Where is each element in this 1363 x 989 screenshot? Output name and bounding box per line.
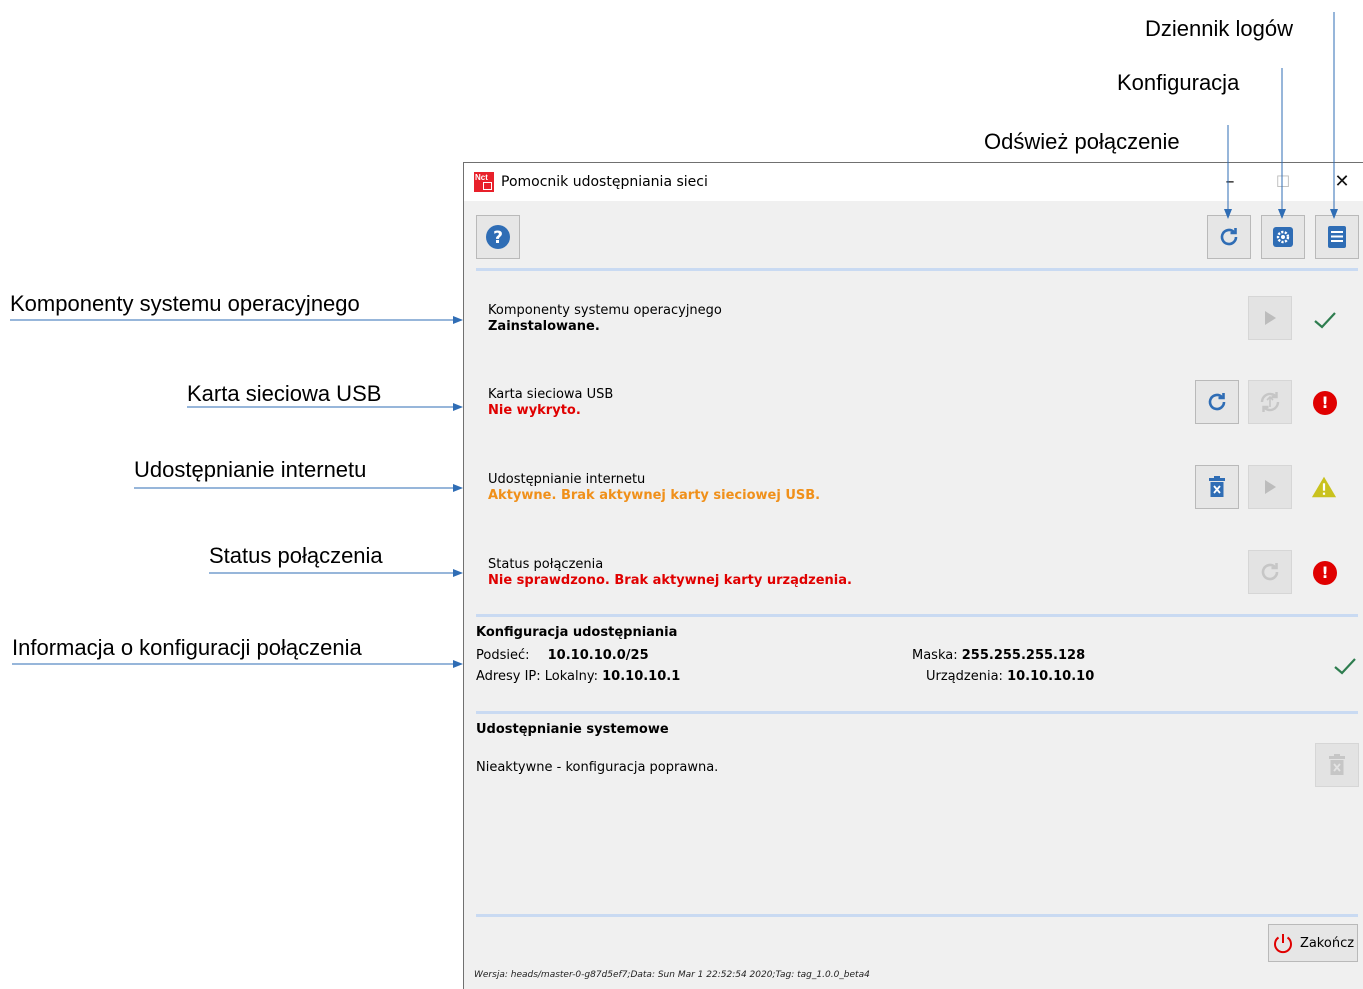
app-logo-icon: Nct [474,172,494,192]
usb-card-status: Nie wykryto. [488,403,581,418]
separator-bottom [476,914,1358,917]
help-icon: ? [486,225,510,249]
connection-status-status: Nie sprawdzono. Brak aktywnej karty urzą… [488,573,852,588]
internet-sharing-title: Udostępnianie internetu [488,472,646,487]
refresh-icon [1208,393,1226,411]
annotation-connection-status: Status połączenia [209,543,383,568]
annotation-refresh-connection: Odśwież połączenie [984,129,1180,154]
ip-field: Adresy IP: Lokalny: 10.10.10.1 [476,669,680,684]
refresh-connection-button[interactable] [1207,215,1251,259]
configuration-button[interactable] [1261,215,1305,259]
svg-text:?: ? [493,228,503,248]
play-icon [1265,311,1276,325]
config-section-title: Konfiguracja udostępniania [476,625,678,640]
annotation-os-components: Komponenty systemu operacyjnego [10,291,360,316]
refresh-icon [1220,228,1238,246]
trash-icon [1329,754,1345,775]
trash-icon [1209,476,1225,497]
os-components-title: Komponenty systemu operacyjnego [488,303,722,318]
separator-system [476,711,1358,714]
config-ok-icon [1332,653,1358,679]
maximize-button[interactable]: ☐ [1268,169,1298,195]
play-icon [1265,480,1276,494]
mask-field: Maska: 255.255.255.128 [912,648,1085,663]
separator-config [476,614,1358,617]
ip-value: 10.10.10.1 [602,669,681,684]
help-button[interactable]: ? [476,215,520,259]
window-title: Pomocnik udostępniania sieci [501,174,708,190]
os-components-status: Zainstalowane. [488,319,600,334]
close-button[interactable]: ✕ [1327,169,1357,195]
usb-sync-icon [1260,392,1280,412]
minimize-button[interactable]: – [1215,169,1245,195]
status-error-icon: ! [1312,390,1338,416]
subnet-label: Podsieć: [476,648,530,663]
separator-top [476,268,1358,271]
version-text: Wersja: heads/master-0-g87d5ef7;Data: Su… [474,970,870,980]
ip-label: Adresy IP: Lokalny: [476,669,598,684]
os-components-run-button[interactable] [1248,296,1292,340]
subnet-value: 10.10.10.0/25 [547,648,649,663]
internet-sharing-run-button[interactable] [1248,465,1292,509]
mask-label: Maska: [912,648,958,663]
log-list-icon [1328,226,1346,248]
system-sharing-title: Udostępnianie systemowe [476,722,669,737]
refresh-icon [1261,563,1279,581]
annotation-log-journal: Dziennik logów [1145,16,1293,41]
status-error-icon: ! [1312,560,1338,586]
mask-value: 255.255.255.128 [961,648,1086,663]
status-ok-icon [1312,307,1338,333]
annotation-usb-card: Karta sieciowa USB [187,381,382,406]
device-value: 10.10.10.10 [1007,669,1095,684]
status-warning-icon [1311,474,1337,500]
usb-card-sync-button[interactable] [1248,380,1292,424]
annotation-internet-sharing: Udostępnianie internetu [134,457,367,482]
device-field: Urządzenia: 10.10.10.10 [926,669,1094,684]
connection-status-refresh-button[interactable] [1248,550,1292,594]
title-bar: Nct Pomocnik udostępniania sieci – ☐ ✕ [464,163,1363,201]
usb-card-refresh-button[interactable] [1195,380,1239,424]
quit-button[interactable]: Zakończ [1268,924,1358,962]
power-icon [1274,934,1292,954]
log-journal-button[interactable] [1315,215,1359,259]
quit-label: Zakończ [1299,935,1355,951]
usb-card-title: Karta sieciowa USB [488,387,614,402]
app-window: Nct Pomocnik udostępniania sieci – ☐ ✕ ? [463,162,1363,989]
device-label: Urządzenia: [926,669,1003,684]
system-sharing-status: Nieaktywne - konfiguracja poprawna. [476,760,719,775]
annotation-configuration: Konfiguracja [1117,70,1240,95]
internet-sharing-status: Aktywne. Brak aktywnej karty sieciowej U… [488,488,821,503]
gear-icon [1273,227,1293,247]
annotation-config-info: Informacja o konfiguracji połączenia [12,635,362,660]
system-sharing-delete-button[interactable] [1315,743,1359,787]
internet-sharing-delete-button[interactable] [1195,465,1239,509]
connection-status-title: Status połączenia [488,557,604,572]
subnet-field: Podsieć: 10.10.10.0/25 [476,648,649,663]
